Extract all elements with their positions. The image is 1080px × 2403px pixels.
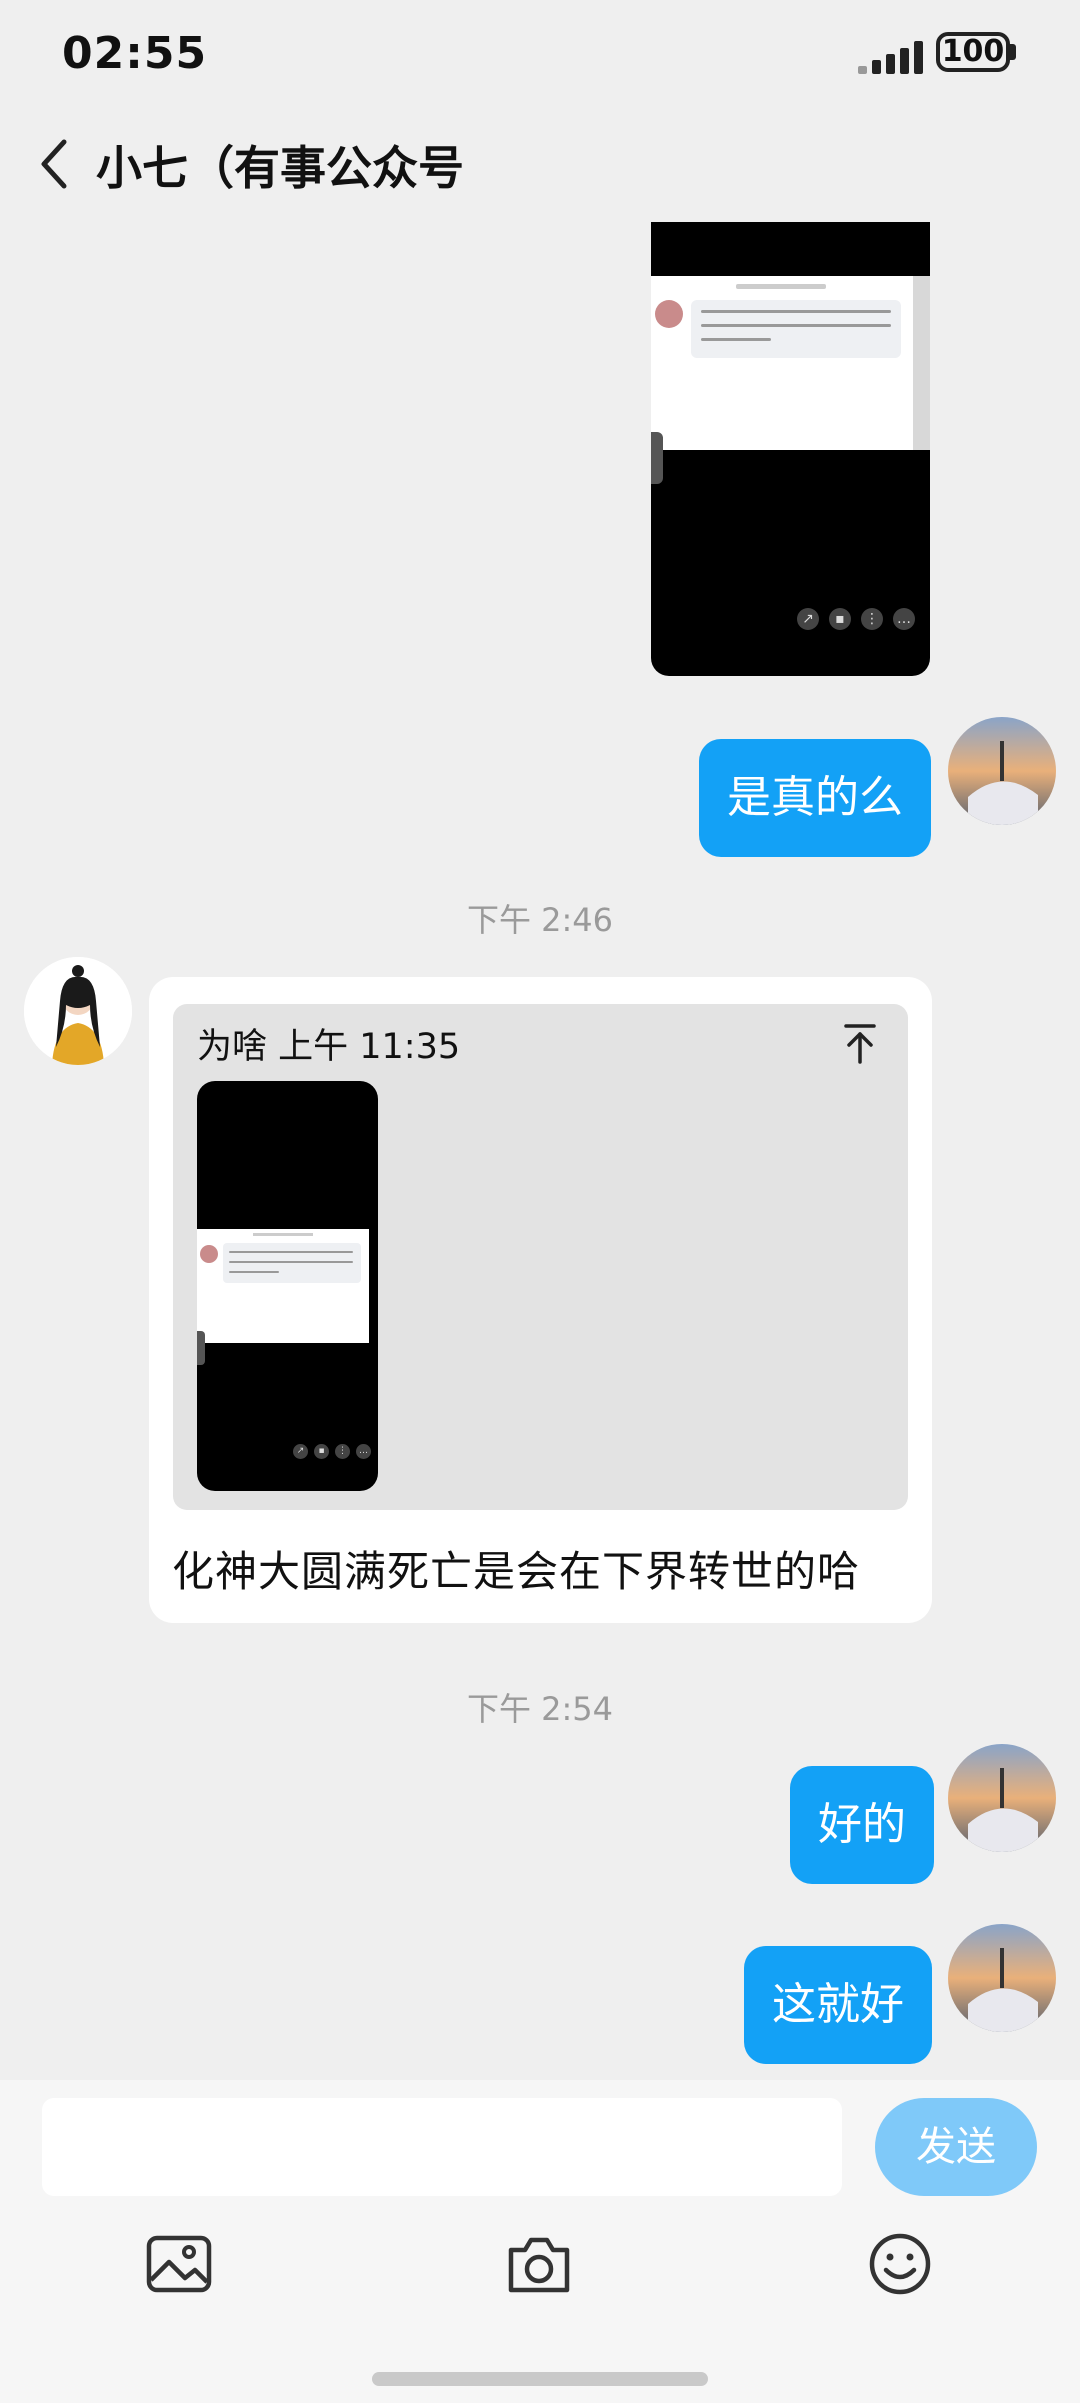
image-icon[interactable] <box>143 2228 215 2300</box>
message-bubble[interactable]: 是真的么 <box>699 739 931 857</box>
avatar[interactable] <box>948 1924 1056 2032</box>
message-input[interactable] <box>42 2098 842 2196</box>
avatar[interactable] <box>948 717 1056 825</box>
message-bubble[interactable]: 这就好 <box>744 1946 932 2064</box>
timestamp: 下午 2:46 <box>466 901 614 939</box>
camera-icon[interactable] <box>503 2228 575 2300</box>
avatar[interactable] <box>948 1744 1056 1852</box>
message-bubble[interactable]: 好的 <box>790 1766 934 1884</box>
chat-title: 小七（有事公众号 <box>96 141 464 195</box>
battery-level: 100 <box>941 34 1005 69</box>
status-time: 02:55 <box>62 28 208 79</box>
scroll-to-top-icon[interactable] <box>840 1022 880 1066</box>
timestamp: 下午 2:54 <box>466 1690 614 1728</box>
contact-avatar[interactable] <box>24 957 132 1065</box>
emoji-icon[interactable] <box>864 2228 936 2300</box>
message-text: 化神大圆满死亡是会在下界转世的哈 <box>172 1547 861 1596</box>
image-message[interactable]: ↗ ▪ ⋮ … <box>651 222 930 676</box>
quoted-message-header: 为啥 上午 11:35 <box>197 1027 461 1067</box>
signal-icon <box>858 38 938 74</box>
quoted-image[interactable]: ↗ ▪ ⋮ … <box>197 1081 378 1491</box>
home-indicator[interactable] <box>372 2372 708 2386</box>
battery-nub <box>1010 44 1016 60</box>
back-arrow-icon[interactable] <box>34 138 78 190</box>
send-button[interactable]: 发送 <box>875 2098 1037 2196</box>
